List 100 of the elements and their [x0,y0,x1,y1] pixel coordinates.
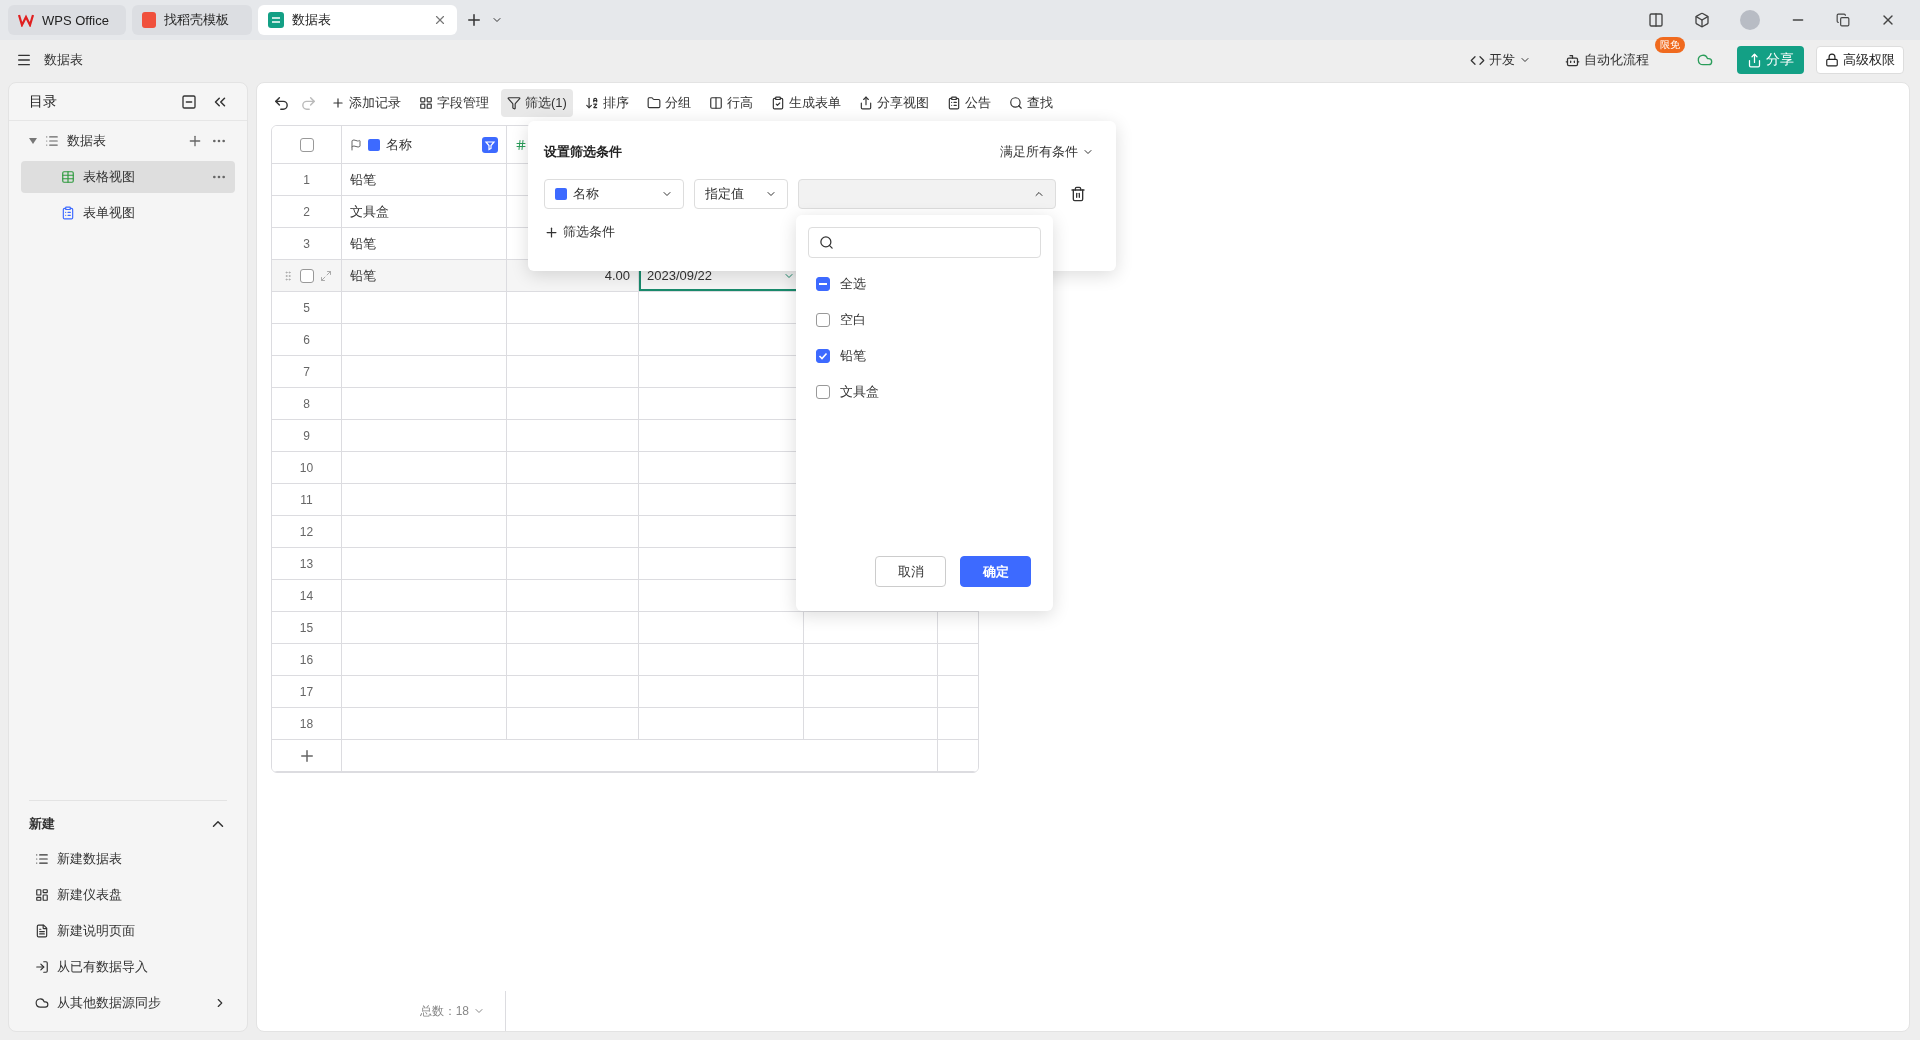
folder-icon [646,96,661,110]
flag-icon [350,138,362,151]
clipboard-icon [946,96,961,110]
plus-icon [331,96,345,110]
document-icon [35,924,49,938]
search-icon [819,235,834,250]
view-item[interactable]: 表单视图 [21,197,235,229]
toolbar-button[interactable]: 行高 [702,89,759,117]
text-field-icon [368,138,380,151]
row-number: 17 [272,676,342,708]
row-number: 6 [272,324,342,356]
cloud-icon[interactable] [1697,52,1713,68]
new-item[interactable]: 新建仪表盘 [35,877,227,913]
list-icon [45,134,59,148]
checkbox[interactable] [299,268,314,283]
checkbox[interactable] [816,313,830,327]
checkbox[interactable] [816,349,830,363]
column-header: 名称 [386,135,413,154]
row-number: 7 [272,356,342,388]
undo-icon [273,94,290,112]
restore-icon[interactable] [1836,13,1850,27]
toolbar-button[interactable]: 字段管理 [413,89,495,117]
checkbox[interactable] [299,137,314,152]
filter-icon[interactable] [482,136,498,153]
row-number: 15 [272,612,342,644]
new-item[interactable]: 从已有数据导入 [35,949,227,985]
toolbar-button[interactable]: 分享视图 [852,89,935,117]
add-icon[interactable] [187,133,203,149]
toolbar-button[interactable]: 公告 [940,89,997,117]
table-cell: 铅笔 [342,260,507,292]
toolbar-button[interactable]: 查找 [1002,89,1059,117]
close-icon[interactable] [433,13,447,27]
confirm-button[interactable]: 确定 [960,556,1031,587]
row-number: 1 [272,164,342,196]
search-field[interactable] [808,227,1041,258]
grid-icon [419,96,433,110]
expand-triangle-icon[interactable] [29,137,37,145]
menu-icon[interactable] [16,52,32,68]
option-label[interactable]: 全选 [840,275,866,293]
layout-icon[interactable] [1648,12,1664,28]
search-icon [1008,96,1023,110]
new-item[interactable]: 新建数据表 [35,841,227,877]
sidebar-title: 目录 [29,92,58,111]
dev-menu[interactable]: 开发 [1464,47,1537,73]
cancel-button[interactable]: 取消 [875,556,946,587]
import-icon [35,960,49,974]
clipboard-icon [61,206,75,220]
share-icon [1747,52,1762,68]
row-number: 9 [272,420,342,452]
row-number: 11 [272,484,342,516]
robot-icon [1565,52,1580,68]
toolbar-button[interactable]: 生成表单 [764,89,847,117]
table-cell: 文具盒 [342,196,507,228]
view-item[interactable]: 表格视图 [21,161,235,193]
dash-icon [819,283,827,285]
field-select[interactable]: 名称 [544,179,684,209]
checkbox[interactable] [816,385,830,399]
new-item[interactable]: 从其他数据源同步 [35,985,227,1021]
table-cell: 铅笔 [342,164,507,196]
match-mode-select[interactable]: 满足所有条件 [994,139,1100,165]
new-item[interactable]: 新建说明页面 [35,913,227,949]
permissions-button[interactable]: 高级权限 [1816,46,1904,74]
promo-badge: 限免 [1655,37,1685,53]
row-number: 10 [272,452,342,484]
browser-tab[interactable]: 找稻壳模板 [132,5,252,35]
number-field-icon [515,138,527,151]
redo-icon [300,94,317,112]
text-field-icon [555,188,567,200]
record-count[interactable]: 总数：18 [413,1001,491,1021]
row-number: 16 [272,644,342,676]
browser-tab[interactable]: WPS Office [8,5,126,35]
toolbar-button[interactable]: 筛选(1) [501,89,573,117]
logo-icon [142,12,156,28]
document-title: 数据表 [44,51,83,69]
toolbar-button[interactable]: 排序 [578,89,635,117]
browser-tab[interactable]: 数据表 [258,5,457,35]
sheet-app-icon [268,12,284,28]
logo-icon [18,13,34,27]
tree-item[interactable]: 数据表 [67,132,179,150]
operator-select[interactable]: 指定值 [694,179,788,209]
tick-icon [818,351,828,361]
option-label[interactable]: 空白 [840,311,866,329]
option-label[interactable]: 文具盒 [840,383,879,401]
columns-icon [708,96,723,110]
add-condition-button[interactable]: 筛选条件 [544,223,615,241]
cloud-icon [35,996,49,1010]
table-cell: 铅笔 [342,228,507,260]
delete-icon[interactable] [1070,186,1086,202]
option-label[interactable]: 铅笔 [840,347,866,365]
automation-button[interactable]: 自动化流程 [1559,47,1655,73]
lock-icon [1825,53,1839,67]
toolbar-button[interactable]: 添加记录 [325,89,407,117]
checkbox[interactable] [816,277,830,291]
panel-icon[interactable] [181,93,197,110]
row-number: 12 [272,516,342,548]
row-number: 5 [272,292,342,324]
cube-icon[interactable] [1694,12,1710,28]
row-number: 13 [272,548,342,580]
dashboard-icon [35,888,49,902]
toolbar-button[interactable]: 分组 [640,89,697,117]
